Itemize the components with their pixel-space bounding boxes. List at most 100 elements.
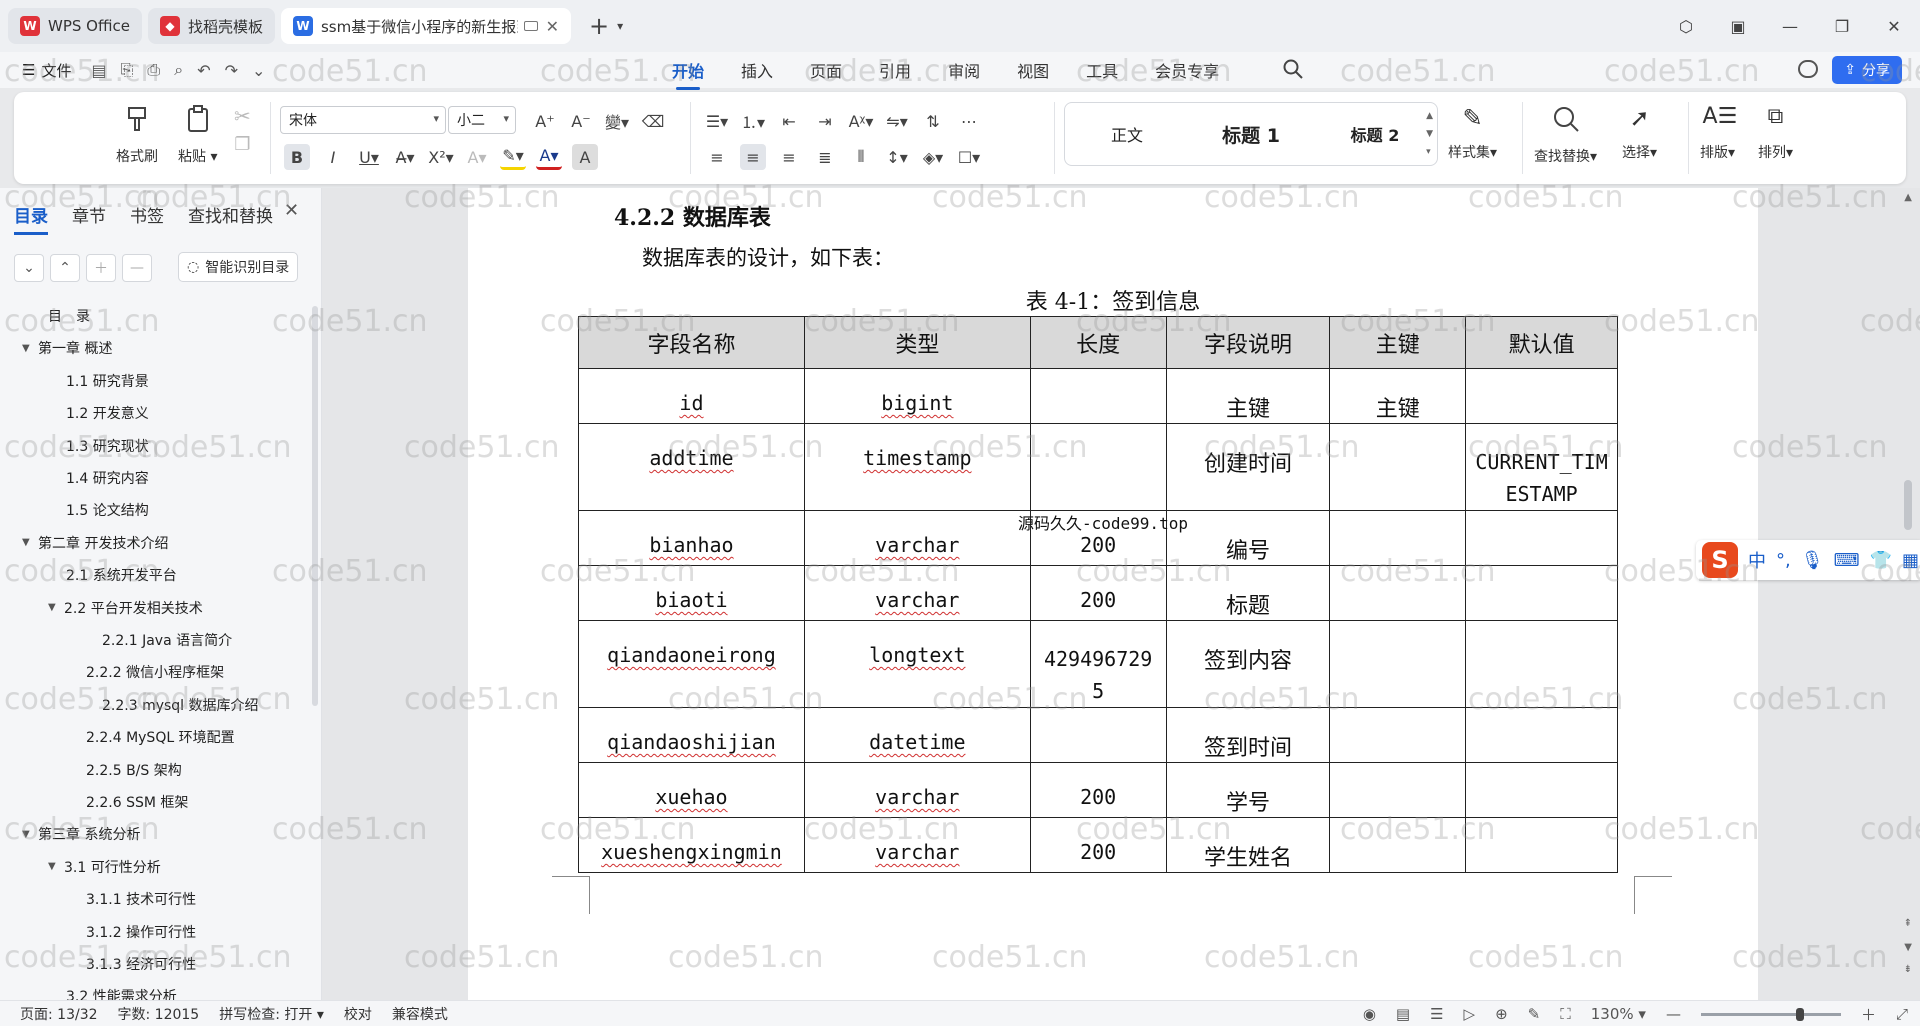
sogou-logo-icon[interactable]: S xyxy=(1702,542,1738,578)
toc-item[interactable]: 3.2 性能需求分析 xyxy=(66,986,177,1000)
table-cell[interactable]: varchar xyxy=(803,817,1031,873)
toc-item[interactable]: 2.2.3 mysql 数据库介绍 xyxy=(102,695,259,715)
bold-icon[interactable]: B xyxy=(284,144,310,170)
table-cell[interactable]: qiandaoshijian xyxy=(578,707,805,763)
toc-item[interactable]: 目 录 xyxy=(48,306,90,326)
expand-arrow-icon[interactable]: ▼ xyxy=(22,829,38,840)
new-tab-icon[interactable]: + xyxy=(589,12,609,40)
document-scrollbar[interactable] xyxy=(1904,480,1912,530)
toc-item[interactable]: ▼ 第二章 开发技术介绍 xyxy=(22,533,168,553)
toc-item[interactable]: 1.3 研究现状 xyxy=(66,436,149,456)
tab-close-icon[interactable]: ✕ xyxy=(546,17,559,36)
table-cell[interactable]: 主键 xyxy=(1329,368,1467,424)
table-cell[interactable] xyxy=(1329,423,1467,511)
tab-tools[interactable]: 工具 xyxy=(1086,58,1118,82)
expand-arrow-icon[interactable]: ▼ xyxy=(22,537,38,548)
print-icon[interactable]: ⎙ xyxy=(147,60,160,80)
web-view-icon[interactable]: ⊕ xyxy=(1495,1005,1508,1023)
play-icon[interactable]: ▷ xyxy=(1464,1005,1476,1023)
table-cell[interactable]: 200 xyxy=(1029,817,1167,873)
expand-arrow-icon[interactable]: ▼ xyxy=(48,602,64,613)
char-shading-icon[interactable]: A xyxy=(572,144,598,170)
table-cell[interactable] xyxy=(1465,620,1618,708)
table-cell[interactable]: 签到内容 xyxy=(1165,620,1331,708)
cut-button[interactable]: ✂ ❐ xyxy=(234,104,251,155)
tab-view[interactable]: 视图 xyxy=(1017,58,1049,82)
toc-item[interactable]: ▼ 2.2 平台开发相关技术 xyxy=(48,598,203,618)
table-cell[interactable] xyxy=(1329,817,1467,873)
table-cell[interactable]: varchar xyxy=(803,762,1031,818)
text-direction-icon[interactable]: ⇋▾ xyxy=(884,108,910,134)
tab-references[interactable]: 引用 xyxy=(879,58,911,82)
align-right-icon[interactable]: ≡ xyxy=(776,144,802,170)
scroll-down-icon[interactable]: ▼ xyxy=(1904,942,1912,953)
decrease-indent-icon[interactable]: ⇤ xyxy=(776,108,802,134)
pane-scrollbar[interactable] xyxy=(312,306,318,706)
paste-button[interactable]: 粘贴 ▾ xyxy=(178,104,217,166)
eye-protection-icon[interactable]: ◉ xyxy=(1363,1005,1376,1023)
table-cell[interactable] xyxy=(1329,762,1467,818)
layout-button[interactable]: A☰ 排版▾ xyxy=(1700,104,1737,162)
outline-view-icon[interactable]: ☰ xyxy=(1430,1005,1443,1023)
toc-item[interactable]: 3.1.1 技术可行性 xyxy=(86,889,196,909)
arrange-button[interactable]: ⧉ 排列▾ xyxy=(1758,104,1793,162)
page-count[interactable]: 页面: 13/32 xyxy=(20,1004,98,1024)
align-center-icon[interactable]: ≡ xyxy=(740,144,766,170)
select-button[interactable]: ➚ 选择▾ xyxy=(1622,104,1657,162)
export-pdf-icon[interactable]: ⎘ xyxy=(121,60,134,80)
word-count[interactable]: 字数: 12015 xyxy=(118,1004,200,1024)
table-cell[interactable] xyxy=(1465,565,1618,621)
font-name-select[interactable]: 宋体 ▾ xyxy=(280,106,446,134)
superscript-icon[interactable]: X²▾ xyxy=(428,144,454,170)
tab-window-icon[interactable] xyxy=(523,21,538,31)
bullet-list-icon[interactable]: ☰▾ xyxy=(704,108,730,134)
table-cell[interactable] xyxy=(1329,707,1467,763)
table-cell[interactable]: 主键 xyxy=(1165,368,1331,424)
minimize-icon[interactable]: — xyxy=(1764,17,1816,36)
expand-arrow-icon[interactable]: ▼ xyxy=(48,861,64,872)
close-window-icon[interactable]: ✕ xyxy=(1868,17,1920,36)
search-icon[interactable] xyxy=(1282,58,1304,84)
tab-find-replace[interactable]: 查找和替换 xyxy=(188,202,273,227)
style-heading-1[interactable]: 标题 1 xyxy=(1189,121,1313,148)
ime-language-toggle[interactable]: 中 xyxy=(1748,547,1766,573)
remove-heading-icon[interactable]: — xyxy=(122,254,152,282)
tab-insert[interactable]: 插入 xyxy=(741,58,773,82)
page-view-icon[interactable]: ▤ xyxy=(1396,1005,1410,1023)
ime-punct-toggle[interactable]: °, xyxy=(1776,550,1791,571)
zoom-slider-knob[interactable] xyxy=(1796,1007,1805,1021)
table-cell[interactable] xyxy=(1329,510,1467,566)
skin-icon[interactable]: 👕 xyxy=(1870,550,1892,571)
underline-icon[interactable]: U▾ xyxy=(356,144,382,170)
toc-item[interactable]: 1.1 研究背景 xyxy=(66,371,149,391)
undo-icon[interactable]: ↶ xyxy=(197,61,210,80)
keyboard-icon[interactable]: ⌨ xyxy=(1834,550,1860,571)
show-marks-icon[interactable]: ⋯ xyxy=(956,108,982,134)
table-cell[interactable]: xuehao xyxy=(578,762,805,818)
table-cell[interactable]: 学生姓名 xyxy=(1165,817,1331,873)
increase-indent-icon[interactable]: ⇥ xyxy=(812,108,838,134)
toc-item[interactable]: 2.2.1 Java 语言简介 xyxy=(102,630,232,650)
grow-font-icon[interactable]: A⁺ xyxy=(532,108,558,134)
close-pane-icon[interactable]: ✕ xyxy=(284,200,299,221)
fit-page-icon[interactable]: ⛶ xyxy=(1560,1005,1571,1023)
restore-icon[interactable]: ❐ xyxy=(1816,17,1868,36)
table-cell[interactable]: CURRENT_TIMESTAMP xyxy=(1465,423,1618,511)
table-cell[interactable]: 签到时间 xyxy=(1165,707,1331,763)
format-painter-button[interactable]: 格式刷 xyxy=(116,104,158,166)
page-up-icon[interactable]: ⇞ xyxy=(1904,918,1912,929)
table-cell[interactable]: biaoti xyxy=(578,565,805,621)
toc-item[interactable]: 2.2.6 SSM 框架 xyxy=(86,792,188,812)
proofread-button[interactable]: 校对 xyxy=(344,1004,372,1024)
cube-icon[interactable]: ⬡ xyxy=(1660,17,1712,36)
smart-toc-button[interactable]: ◌ 智能识别目录 xyxy=(178,252,299,282)
toc-item[interactable]: 2.2.4 MySQL 环境配置 xyxy=(86,727,235,747)
add-heading-icon[interactable]: ＋ xyxy=(86,254,116,282)
table-cell[interactable]: qiandaoneirong xyxy=(578,620,805,708)
file-menu[interactable]: ☰ 文件 xyxy=(22,60,71,81)
table-cell[interactable]: addtime xyxy=(578,423,805,511)
shrink-font-icon[interactable]: A⁻ xyxy=(568,108,594,134)
tab-review[interactable]: 审阅 xyxy=(948,58,980,82)
toc-item[interactable]: 1.2 开发意义 xyxy=(66,403,149,423)
table-cell[interactable]: timestamp xyxy=(803,423,1031,511)
